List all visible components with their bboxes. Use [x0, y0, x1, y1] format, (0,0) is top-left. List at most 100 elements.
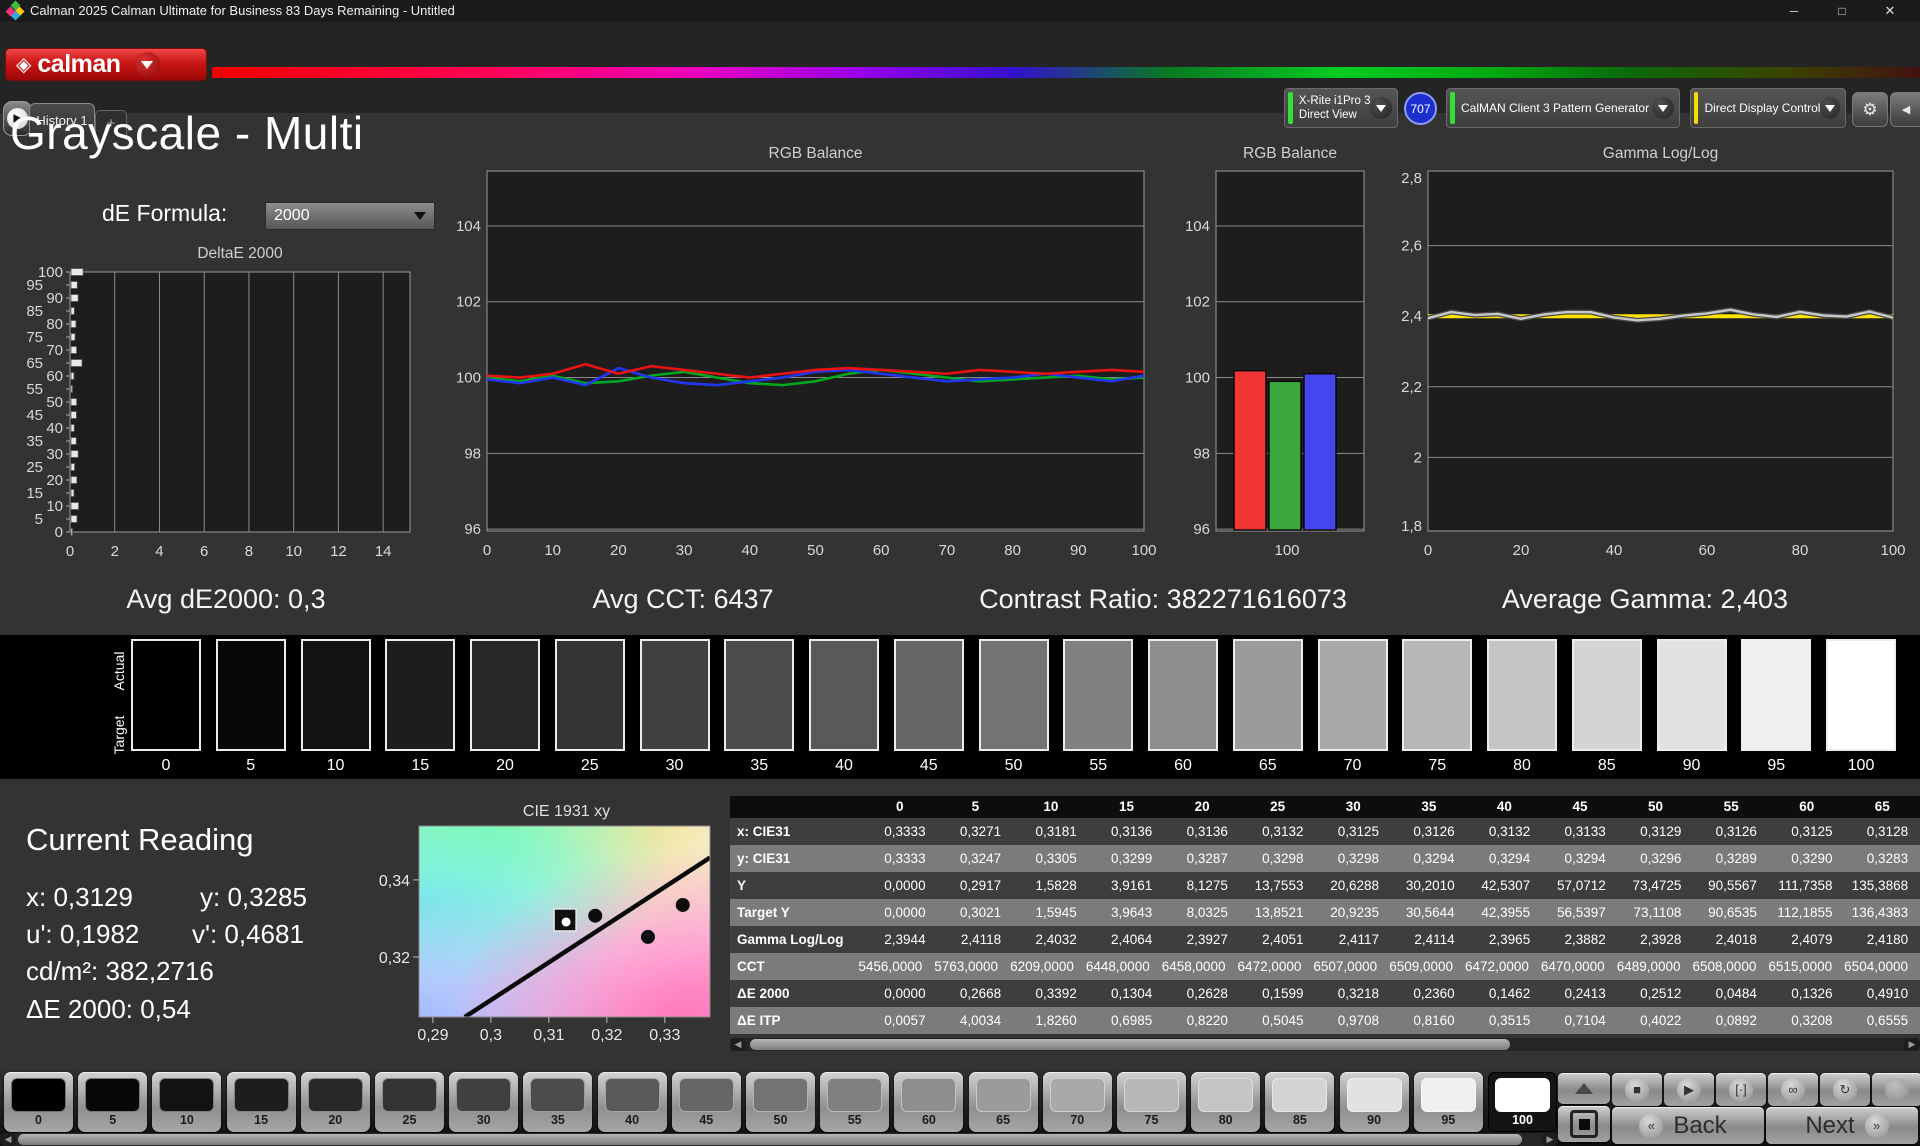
svg-text:95: 95: [26, 277, 43, 294]
pattern-thumb-80[interactable]: 80: [1191, 1072, 1261, 1132]
refresh-button[interactable]: ↻: [1820, 1073, 1870, 1106]
meter-line1: X-Rite i1Pro 3: [1298, 94, 1371, 107]
current-reading-heading: Current Reading: [26, 822, 254, 857]
table-column-header: 45: [1572, 799, 1588, 814]
pattern-thumb-70[interactable]: 70: [1042, 1072, 1112, 1132]
settings-button[interactable]: ⚙: [1852, 92, 1888, 127]
table-cell: 0,3271: [959, 824, 1002, 839]
pattern-thumb-55[interactable]: 55: [820, 1072, 890, 1132]
swatch-level-label: 95: [1767, 757, 1786, 774]
collapse-toolbar-button[interactable]: ◀: [1890, 92, 1920, 127]
next-button[interactable]: Next »: [1766, 1107, 1918, 1144]
scroll-right-icon[interactable]: ▶: [1904, 1038, 1920, 1051]
de-formula-select[interactable]: 2000: [265, 202, 435, 230]
display-control-dropdown[interactable]: Direct Display Control: [1690, 88, 1846, 128]
pattern-thumb-10[interactable]: 10: [152, 1072, 222, 1132]
pattern-thumb-95[interactable]: 95: [1413, 1072, 1483, 1132]
pattern-swatch: [382, 1078, 437, 1112]
table-cell: 4,0034: [959, 1013, 1002, 1028]
pattern-thumb-15[interactable]: 15: [226, 1072, 296, 1132]
single-pattern-button[interactable]: [·]: [1716, 1073, 1766, 1106]
meter-badge[interactable]: 707: [1404, 92, 1437, 125]
svg-text:CIE 1931 xy: CIE 1931 xy: [523, 803, 610, 820]
table-cell: 0,3298: [1262, 851, 1304, 866]
scroll-left-icon[interactable]: ◀: [730, 1038, 746, 1051]
stop-button[interactable]: ■: [1612, 1073, 1662, 1106]
table-cell: 0,2512: [1640, 986, 1682, 1001]
loop-button[interactable]: ∞: [1768, 1073, 1818, 1106]
table-cell: 42,3955: [1481, 905, 1531, 920]
svg-text:80: 80: [1004, 542, 1021, 559]
pattern-thumb-45[interactable]: 45: [671, 1072, 741, 1132]
pattern-scrollbar-thumb[interactable]: [18, 1134, 1522, 1145]
pattern-thumb-0[interactable]: 0: [4, 1072, 73, 1132]
pattern-swatch: [827, 1078, 883, 1112]
table-column-header: 50: [1648, 799, 1664, 814]
calman-menu-button[interactable]: ◈ calman: [5, 48, 207, 81]
table-cell: 42,5307: [1481, 878, 1531, 893]
maximize-button[interactable]: □: [1818, 0, 1866, 22]
pattern-generator-dropdown[interactable]: CalMAN Client 3 Pattern Generator: [1446, 88, 1680, 128]
swatch-level-label: 30: [665, 757, 684, 774]
grayscale-swatch-60: [1148, 639, 1218, 751]
back-button[interactable]: « Back: [1612, 1107, 1764, 1144]
table-cell: 2,4051: [1262, 932, 1304, 947]
pattern-thumb-100[interactable]: 100: [1488, 1072, 1557, 1132]
pattern-window-button[interactable]: [1558, 1106, 1610, 1142]
pattern-thumb-40[interactable]: 40: [597, 1072, 667, 1132]
table-scrollbar[interactable]: ◀ ▶: [730, 1038, 1920, 1051]
table-row-label: CCT: [737, 959, 765, 974]
pattern-level-label: 35: [550, 1113, 565, 1127]
table-cell: 0,3133: [1564, 824, 1606, 839]
pattern-thumb-85[interactable]: 85: [1265, 1072, 1335, 1132]
svg-text:100: 100: [456, 370, 481, 387]
pattern-swatch: [159, 1078, 215, 1112]
pattern-list-up-button[interactable]: [1558, 1073, 1610, 1104]
pattern-thumb-65[interactable]: 65: [968, 1072, 1038, 1132]
table-cell: 6508,0000: [1692, 959, 1757, 974]
pattern-thumb-75[interactable]: 75: [1117, 1072, 1186, 1132]
svg-text:35: 35: [26, 433, 43, 450]
close-button[interactable]: ✕: [1866, 0, 1914, 22]
play-button[interactable]: ▶: [1664, 1073, 1714, 1106]
pattern-swatch: [1495, 1078, 1550, 1112]
minimize-button[interactable]: ─: [1770, 0, 1818, 22]
pattern-thumb-20[interactable]: 20: [300, 1072, 370, 1132]
pattern-swatch: [85, 1078, 141, 1112]
pattern-thumb-60[interactable]: 60: [894, 1072, 964, 1132]
swatch-level-label: 20: [496, 757, 514, 774]
avg-gamma-summary: Average Gamma: 2,403: [1501, 584, 1789, 614]
pattern-thumb-90[interactable]: 90: [1339, 1072, 1409, 1132]
table-cell: 0,3392: [1035, 986, 1077, 1001]
table-cell: 8,1275: [1186, 878, 1228, 893]
generator-label: CalMAN Client 3 Pattern Generator: [1461, 100, 1650, 115]
meter-dropdown[interactable]: X-Rite i1Pro 3 Direct View: [1284, 88, 1398, 128]
table-cell: 0,7104: [1564, 1013, 1606, 1028]
pattern-thumb-25[interactable]: 25: [375, 1072, 444, 1132]
table-row: ΔE 2000 0,0000 0,2668 0,3392 0,1304 0,2628 0,1…: [730, 980, 1920, 1007]
table-cell: 0,0000: [884, 878, 926, 893]
pattern-swatch: [233, 1078, 289, 1112]
window-title: Calman 2025 Calman Ultimate for Business…: [30, 3, 455, 18]
table-cell: 0,3181: [1035, 824, 1077, 839]
pattern-scrollbar[interactable]: ◀ ▶: [0, 1133, 1558, 1146]
pattern-thumb-50[interactable]: 50: [746, 1072, 815, 1132]
pattern-swatch: [975, 1078, 1031, 1112]
scroll-right-icon[interactable]: ▶: [1542, 1133, 1558, 1146]
table-row-label: Y: [737, 878, 747, 893]
table-row-label: Target Y: [737, 905, 790, 920]
swatch-level-label: 10: [326, 757, 345, 774]
table-cell: 6515,0000: [1768, 959, 1833, 974]
svg-text:0,34: 0,34: [379, 873, 410, 890]
svg-text:70: 70: [939, 542, 956, 559]
pattern-thumb-30[interactable]: 30: [449, 1072, 519, 1132]
table-cell: 0,3129: [1640, 824, 1682, 839]
table-column-header: 15: [1119, 799, 1135, 814]
scroll-left-icon[interactable]: ◀: [0, 1133, 16, 1146]
pattern-thumb-35[interactable]: 35: [523, 1072, 593, 1132]
table-scrollbar-thumb[interactable]: [750, 1039, 1510, 1050]
pattern-thumb-5[interactable]: 5: [78, 1072, 148, 1132]
svg-text:98: 98: [1193, 445, 1210, 462]
brand-caret-button[interactable]: [134, 52, 160, 77]
blank-button[interactable]: [1872, 1073, 1920, 1106]
